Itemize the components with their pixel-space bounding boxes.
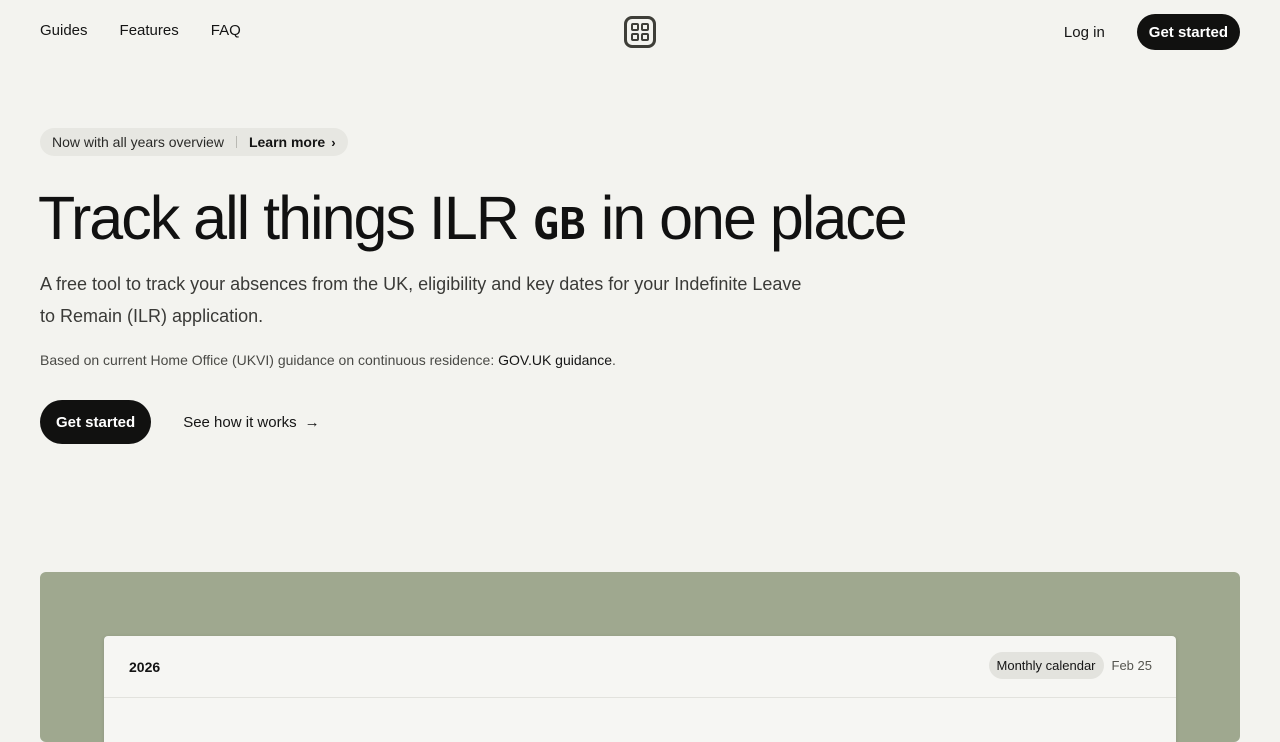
arrow-right-icon: → (304, 413, 320, 431)
page-title: Track all things ILR GB in one place (38, 180, 908, 263)
hero-cta-row: Get started See how it works → (40, 400, 320, 444)
calendar-preview-header: 2026 Monthly calendar Feb 25 (104, 636, 1176, 698)
top-nav: Guides Features FAQ Log in Get started (0, 0, 1280, 64)
guidance-text: Based on current Home Office (UKVI) guid… (40, 352, 499, 368)
app-preview-showcase: 2026 Monthly calendar Feb 25 (40, 572, 1240, 742)
nav-actions: Log in Get started (1064, 14, 1240, 50)
preview-year: 2026 (129, 659, 161, 675)
see-how-it-works-link[interactable]: See how it works → (183, 414, 319, 431)
nav-links: Guides Features FAQ (40, 22, 241, 39)
govuk-guidance-link[interactable]: GOV.UK guidance (498, 352, 612, 368)
preview-controls: Monthly calendar Feb 25 (988, 652, 1152, 679)
hero-subtitle: A free tool to track your absences from … (40, 274, 802, 326)
see-how-label: See how it works (183, 413, 297, 431)
announcement-text: Now with all years overview (52, 134, 224, 150)
preview-date[interactable]: Feb 25 (1112, 658, 1152, 673)
title-part-2: in one place (600, 184, 908, 252)
nav-get-started-button[interactable]: Get started (1136, 14, 1240, 50)
login-link[interactable]: Log in (1064, 24, 1105, 41)
chevron-right-icon: › (331, 134, 336, 150)
learn-more-label: Learn more (248, 134, 326, 150)
announcement-divider (235, 136, 237, 148)
learn-more-link[interactable]: Learn more › (249, 134, 336, 150)
logo-icon[interactable] (624, 16, 656, 48)
monthly-calendar-chip[interactable]: Monthly calendar (988, 652, 1104, 679)
guidance-suffix: . (612, 352, 616, 368)
hero-get-started-button[interactable]: Get started (40, 400, 152, 444)
nav-link-faq[interactable]: FAQ (211, 22, 241, 39)
announcement-pill: Now with all years overview Learn more › (40, 128, 348, 156)
calendar-preview-card: 2026 Monthly calendar Feb 25 (104, 636, 1176, 742)
gb-flag-label: GB (532, 199, 586, 250)
title-part-1: Track all things ILR (38, 184, 520, 252)
guidance-note: Based on current Home Office (UKVI) guid… (40, 352, 616, 368)
nav-link-guides[interactable]: Guides (40, 22, 88, 39)
nav-link-features[interactable]: Features (120, 22, 179, 39)
